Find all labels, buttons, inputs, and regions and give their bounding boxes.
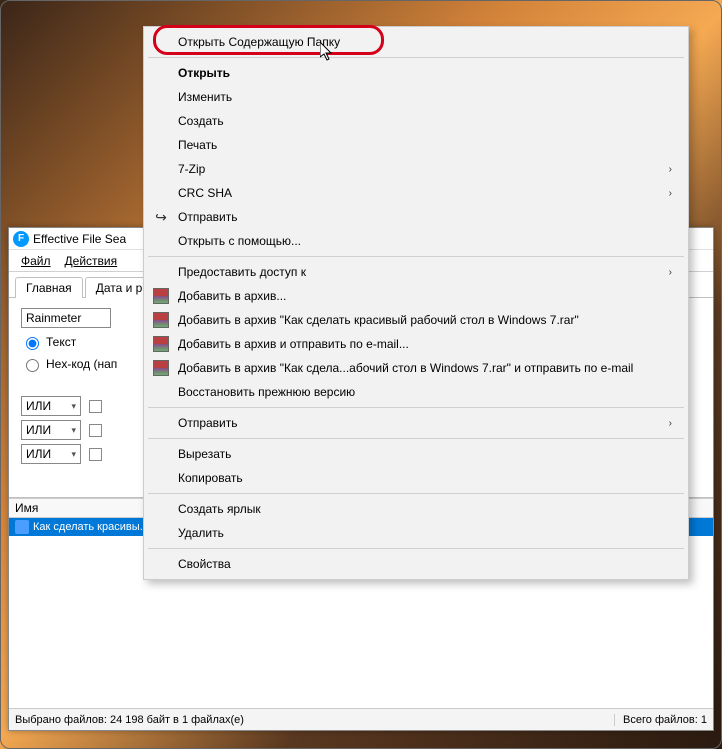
check-3[interactable] (89, 448, 102, 461)
context-menu: Открыть Содержащую Папку Открыть Изменить С… (143, 26, 689, 580)
chevron-right-icon: › (669, 267, 672, 278)
context-menu-item[interactable]: Печать (146, 133, 686, 157)
menu-item-label: Открыть (178, 66, 230, 80)
context-menu-item[interactable]: ↪ Отправить (146, 205, 686, 229)
menu-item-label: Удалить (178, 526, 224, 540)
menu-item-label: Создать (178, 114, 224, 128)
logic-combo-1[interactable]: ИЛИ▾ (21, 396, 81, 416)
menu-item-label: Добавить в архив "Как сдела...абочий сто… (178, 361, 633, 375)
logic-combo-3[interactable]: ИЛИ▾ (21, 444, 81, 464)
context-menu-item[interactable]: Создать (146, 109, 686, 133)
menu-actions[interactable]: Действия (59, 252, 124, 270)
menu-item-label: Свойства (178, 557, 231, 571)
context-menu-item[interactable]: Открыть Содержащую Папку (146, 30, 686, 54)
context-menu-item[interactable]: Свойства (146, 552, 686, 576)
rar-icon (152, 287, 170, 305)
context-menu-item[interactable]: Добавить в архив и отправить по e-mail..… (146, 332, 686, 356)
share-icon: ↪ (152, 208, 170, 226)
context-menu-item[interactable]: 7-Zip › (146, 157, 686, 181)
menu-item-label: Открыть Содержащую Папку (178, 35, 340, 49)
status-total: Всего файлов: 1 (615, 714, 707, 726)
context-menu-item[interactable]: Предоставить доступ к › (146, 260, 686, 284)
menu-item-label: Восстановить прежнюю версию (178, 385, 355, 399)
chevron-down-icon: ▾ (71, 401, 76, 412)
check-2[interactable] (89, 424, 102, 437)
chevron-down-icon: ▾ (71, 425, 76, 436)
context-menu-item[interactable]: Добавить в архив... (146, 284, 686, 308)
menu-separator (148, 493, 684, 494)
menu-item-label: Изменить (178, 90, 232, 104)
context-menu-item[interactable]: CRC SHA › (146, 181, 686, 205)
menu-item-label: CRC SHA (178, 186, 232, 200)
context-menu-item[interactable]: Создать ярлык (146, 497, 686, 521)
menu-item-label: Открыть с помощью... (178, 234, 301, 248)
menu-file[interactable]: Файл (15, 252, 57, 270)
context-menu-item[interactable]: Добавить в архив "Как сделать красивый р… (146, 308, 686, 332)
menu-separator (148, 256, 684, 257)
logic-combo-2[interactable]: ИЛИ▾ (21, 420, 81, 440)
context-menu-item[interactable]: Вырезать (146, 442, 686, 466)
menu-item-label: Добавить в архив "Как сделать красивый р… (178, 313, 579, 327)
app-icon: F (13, 231, 29, 247)
status-selected: Выбрано файлов: 24 198 байт в 1 файлах(е… (15, 714, 615, 726)
radio-hex-label: Hex-код (нап (46, 357, 117, 371)
menu-item-label: Копировать (178, 471, 243, 485)
context-menu-item[interactable]: Изменить (146, 85, 686, 109)
search-input[interactable] (21, 308, 111, 328)
column-name: Имя (15, 501, 38, 515)
rar-icon (152, 359, 170, 377)
context-menu-item[interactable]: Открыть с помощью... (146, 229, 686, 253)
menu-item-label: 7-Zip (178, 162, 205, 176)
menu-separator (148, 57, 684, 58)
context-menu-item[interactable]: Открыть (146, 61, 686, 85)
context-menu-item[interactable]: Восстановить прежнюю версию (146, 380, 686, 404)
rar-icon (152, 335, 170, 353)
menu-item-label: Печать (178, 138, 217, 152)
context-menu-item[interactable]: Отправить › (146, 411, 686, 435)
chevron-right-icon: › (669, 188, 672, 199)
menu-item-label: Вырезать (178, 447, 231, 461)
menu-item-label: Отправить (178, 210, 238, 224)
check-1[interactable] (89, 400, 102, 413)
menu-item-label: Добавить в архив... (178, 289, 286, 303)
radio-hex[interactable] (26, 359, 39, 372)
context-menu-item[interactable]: Копировать (146, 466, 686, 490)
rar-icon (152, 311, 170, 329)
window-title: Effective File Sea (33, 232, 126, 246)
context-menu-item[interactable]: Удалить (146, 521, 686, 545)
menu-separator (148, 548, 684, 549)
chevron-down-icon: ▾ (71, 449, 76, 460)
menu-item-label: Создать ярлык (178, 502, 261, 516)
chevron-right-icon: › (669, 164, 672, 175)
radio-text[interactable] (26, 337, 39, 350)
menu-separator (148, 438, 684, 439)
file-icon (15, 520, 29, 534)
menu-separator (148, 407, 684, 408)
context-menu-item[interactable]: Добавить в архив "Как сдела...абочий сто… (146, 356, 686, 380)
status-bar: Выбрано файлов: 24 198 байт в 1 файлах(е… (9, 708, 713, 730)
chevron-right-icon: › (669, 418, 672, 429)
menu-item-label: Предоставить доступ к (178, 265, 306, 279)
tab-main[interactable]: Главная (15, 277, 83, 298)
menu-item-label: Добавить в архив и отправить по e-mail..… (178, 337, 409, 351)
menu-item-label: Отправить (178, 416, 238, 430)
radio-text-label: Текст (46, 335, 76, 349)
